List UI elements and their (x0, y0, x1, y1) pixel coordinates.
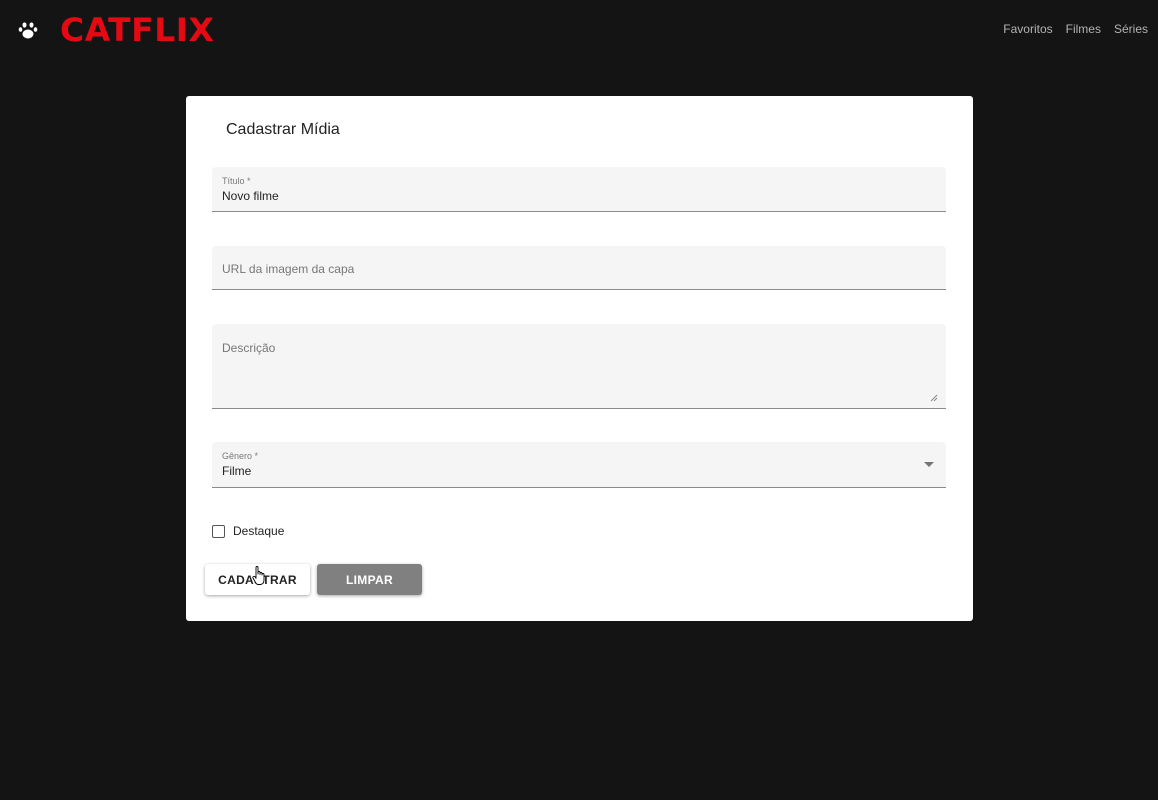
genre-select-value: Filme (222, 464, 252, 478)
top-bar: CATFLIX Favoritos Filmes Séries (0, 0, 1158, 60)
highlight-checkbox-row: Destaque (212, 524, 284, 538)
cover-url-field[interactable]: URL da imagem da capa (212, 246, 946, 290)
description-placeholder: Descrição (222, 341, 276, 355)
media-form-card: Cadastrar Mídia Título * Novo filme URL … (186, 96, 973, 621)
highlight-checkbox[interactable] (212, 524, 225, 538)
paw-icon[interactable] (18, 21, 38, 39)
resize-handle-icon[interactable] (930, 394, 938, 402)
cover-url-placeholder: URL da imagem da capa (222, 262, 355, 276)
title-field[interactable]: Título * Novo filme (212, 167, 946, 212)
title-field-label: Título * (222, 176, 251, 186)
hand-pointer-icon (252, 566, 265, 585)
title-field-value: Novo filme (222, 189, 279, 203)
genre-select-label: Gênero * (222, 451, 259, 461)
brand-logo[interactable]: CATFLIX (60, 10, 214, 50)
nav-filmes[interactable]: Filmes (1066, 22, 1101, 36)
main-nav: Favoritos Filmes Séries (1003, 22, 1148, 36)
clear-button[interactable]: LIMPAR (317, 564, 422, 595)
page-title: Cadastrar Mídia (226, 121, 340, 138)
nav-favoritos[interactable]: Favoritos (1003, 22, 1052, 36)
genre-select[interactable]: Gênero * Filme (212, 442, 946, 488)
chevron-down-icon (924, 462, 934, 467)
nav-series[interactable]: Séries (1114, 22, 1148, 36)
description-field[interactable]: Descrição (212, 324, 946, 409)
highlight-checkbox-label[interactable]: Destaque (233, 524, 284, 538)
